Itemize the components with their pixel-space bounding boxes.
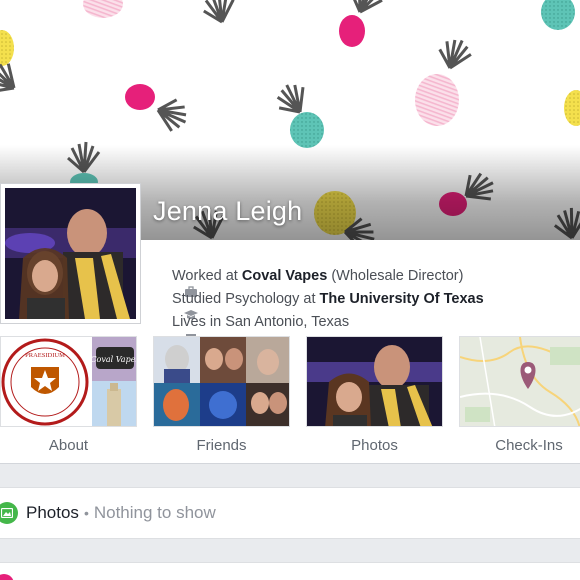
work-prefix: Worked at (172, 267, 242, 284)
graduation-cap-icon (152, 292, 199, 319)
home-icon (152, 315, 197, 344)
seal-text: PRAESIDIUM (25, 352, 65, 359)
photos-empty-text: Nothing to show (93, 503, 216, 522)
photos-section-header[interactable]: Photos • Nothing to show (0, 487, 580, 539)
education-info: Studied Psychology at The University Of … (152, 287, 484, 319)
friends-tile-image[interactable] (153, 336, 290, 427)
next-section-header[interactable] (0, 562, 580, 580)
tile-photos[interactable]: Photos (306, 437, 443, 454)
briefcase-icon (152, 269, 198, 297)
profile-name[interactable]: Jenna Leigh (153, 196, 302, 227)
section-icon (0, 574, 14, 580)
profile-picture[interactable] (0, 183, 141, 324)
residence-info: Lives in San Antonio, Texas (152, 310, 484, 344)
profile-photo (5, 188, 136, 319)
checkins-tile-image[interactable] (459, 336, 580, 427)
work-info: Worked at Coval Vapes (Wholesale Directo… (152, 264, 484, 297)
work-suffix: (Wholesale Director) (327, 267, 464, 284)
tile-friends[interactable]: Friends (153, 437, 290, 454)
friends-collage (154, 337, 289, 426)
tile-about[interactable]: About (0, 437, 137, 454)
photos-preview (307, 337, 442, 426)
education-prefix: Studied Psychology at (172, 290, 320, 307)
tile-checkins[interactable]: Check-Ins (459, 437, 580, 454)
intro-list: Worked at Coval Vapes (Wholesale Directo… (152, 264, 484, 344)
photos-icon (0, 502, 18, 524)
education-school[interactable]: The University Of Texas (320, 291, 484, 307)
about-tile-image[interactable]: PRAESIDIUM Coval Vapes (0, 336, 137, 427)
checkins-map (460, 337, 580, 426)
separator-dot: • (83, 505, 89, 521)
sticker-text: Coval Vapes (90, 355, 137, 364)
work-employer[interactable]: Coval Vapes (242, 268, 327, 284)
about-collage: PRAESIDIUM Coval Vapes (1, 337, 137, 426)
residence-text: Lives in San Antonio, Texas (172, 313, 350, 330)
photos-tile-image[interactable] (306, 336, 443, 427)
photos-section-title: Photos (26, 503, 79, 522)
